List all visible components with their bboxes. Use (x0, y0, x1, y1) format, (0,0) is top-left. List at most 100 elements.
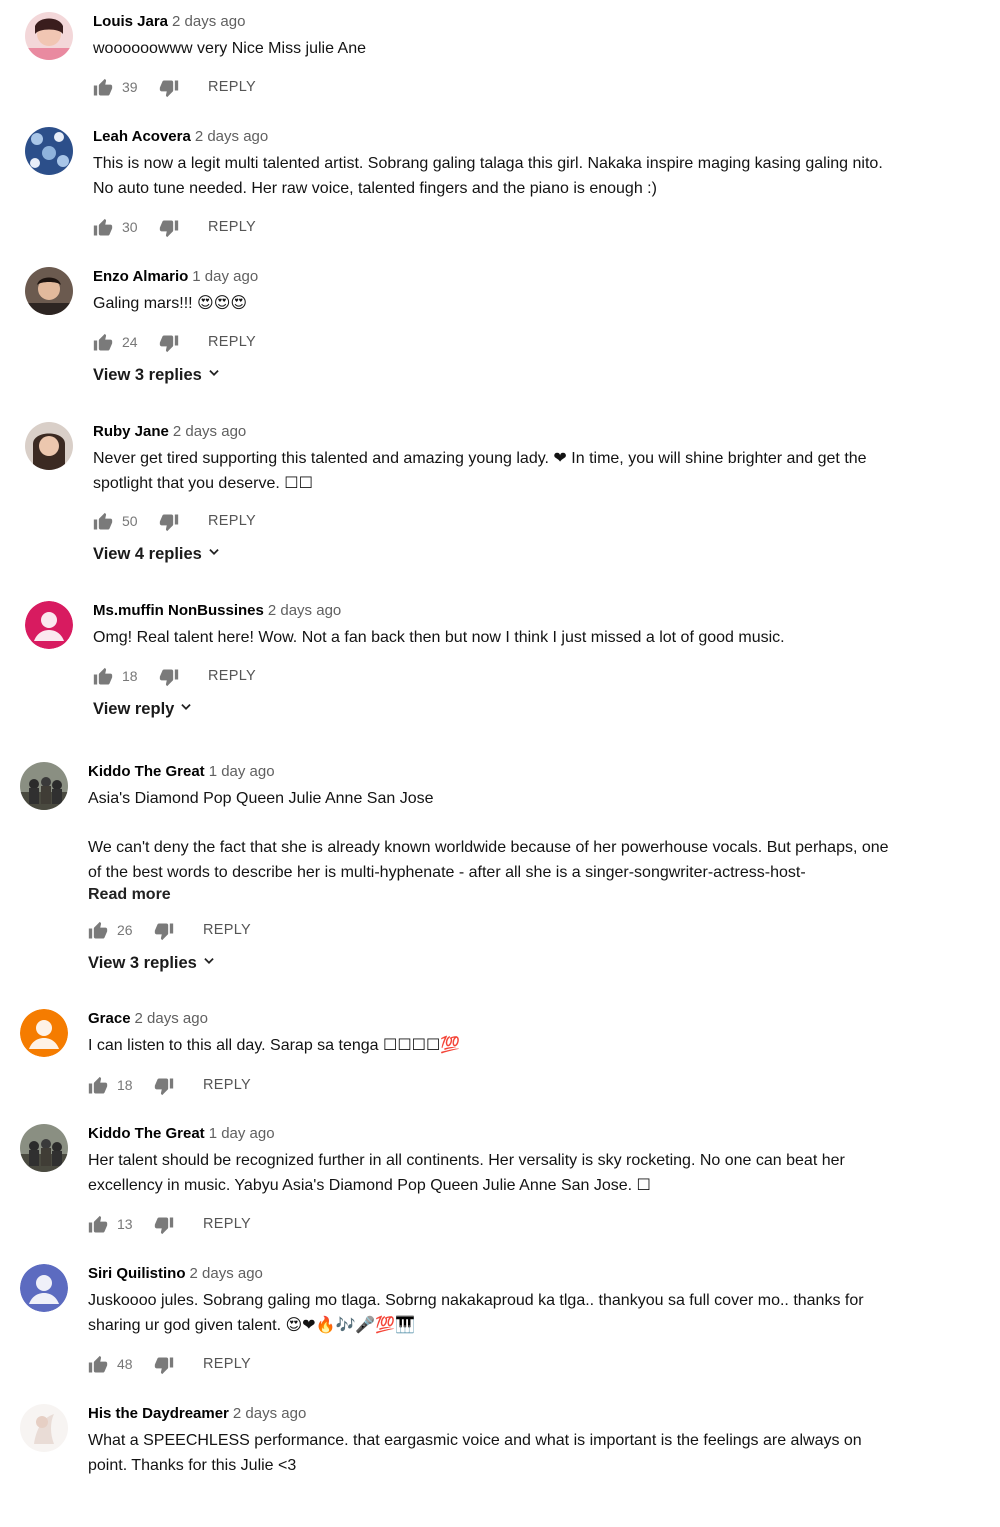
reply-button[interactable]: REPLY (203, 1077, 251, 1093)
chevron-down-icon (202, 543, 221, 565)
comment-text-line: Never get tired supporting this talented… (93, 450, 867, 467)
reply-button[interactable]: REPLY (208, 219, 256, 235)
thumb-up-icon[interactable] (93, 667, 113, 687)
author-name[interactable]: Leah Acovera (93, 128, 191, 145)
author-name[interactable]: Enzo Almario (93, 268, 188, 285)
author-name[interactable]: Grace (88, 1010, 131, 1027)
reply-button[interactable]: REPLY (208, 334, 256, 350)
thumb-up-icon[interactable] (88, 921, 108, 941)
comment-text: I can listen to this all day. Sarap sa t… (88, 1034, 960, 1059)
comment-header: Siri Quilistino 2 days ago (88, 1264, 960, 1284)
avatar[interactable] (20, 762, 68, 810)
comment-timestamp[interactable]: 1 day ago (209, 1125, 275, 1142)
comment-timestamp[interactable]: 2 days ago (135, 1010, 208, 1027)
view-replies-button[interactable]: View reply (93, 698, 193, 720)
comment-text-line: sharing ur god given talent. 😍❤🔥🎶🎤💯🎹 (88, 1316, 416, 1334)
thumb-up-icon[interactable] (88, 1076, 108, 1096)
reply-button[interactable]: REPLY (208, 513, 256, 529)
like-count: 26 (117, 922, 133, 938)
thumb-up-icon[interactable] (93, 512, 113, 532)
comment-text-line: Her talent should be recognized further … (88, 1152, 845, 1169)
comment-action-bar: 13 REPLY (88, 1215, 288, 1235)
comment-text: Galing mars!!! 😍😍😍 (93, 292, 960, 317)
thumb-up-icon[interactable] (93, 333, 113, 353)
thumb-down-icon[interactable] (159, 333, 179, 353)
thumb-down-icon[interactable] (154, 1355, 174, 1375)
comment-text-line: point. Thanks for this Julie <3 (88, 1456, 297, 1474)
thumb-down-icon[interactable] (159, 667, 179, 687)
comment-text-line: Juskoooo jules. Sobrang galing mo tlaga.… (88, 1292, 864, 1309)
author-name[interactable]: His the Daydreamer (88, 1405, 229, 1422)
thumb-up-icon[interactable] (93, 218, 113, 238)
comment-header: Grace 2 days ago (88, 1009, 960, 1029)
avatar[interactable] (25, 601, 73, 649)
avatar[interactable] (25, 267, 73, 315)
like-count: 30 (122, 219, 138, 235)
comment-timestamp[interactable]: 2 days ago (195, 128, 268, 145)
comment-timestamp[interactable]: 2 days ago (190, 1265, 263, 1282)
comment-header: Kiddo The Great 1 day ago (88, 1124, 960, 1144)
chevron-down-icon (174, 698, 193, 720)
view-replies-button[interactable]: View 3 replies (88, 952, 216, 974)
author-name[interactable]: Ruby Jane (93, 423, 169, 440)
comment-text: Never get tired supporting this talented… (93, 447, 960, 496)
thumb-down-icon[interactable] (154, 1076, 174, 1096)
comment-action-bar: 39 REPLY (93, 78, 293, 98)
avatar[interactable] (20, 1009, 68, 1057)
avatar[interactable] (20, 1124, 68, 1172)
author-name[interactable]: Kiddo The Great (88, 1125, 205, 1142)
comment-timestamp[interactable]: 2 days ago (268, 602, 341, 619)
comment-action-bar: 50 REPLY (93, 512, 293, 532)
thumb-up-icon[interactable] (88, 1215, 108, 1235)
thumb-up-icon[interactable] (93, 78, 113, 98)
thumb-down-icon[interactable] (159, 78, 179, 98)
like-count: 39 (122, 79, 138, 95)
author-name[interactable]: Siri Quilistino (88, 1265, 186, 1282)
author-name[interactable]: Kiddo The Great (88, 763, 205, 780)
avatar[interactable] (20, 1404, 68, 1452)
author-name[interactable]: Ms.muffin NonBussines (93, 602, 264, 619)
view-replies-label: View 3 replies (93, 366, 202, 384)
reply-button[interactable]: REPLY (208, 79, 256, 95)
view-replies-label: View 4 replies (93, 545, 202, 563)
like-count: 13 (117, 1216, 133, 1232)
reply-button[interactable]: REPLY (203, 1356, 251, 1372)
thumb-down-icon[interactable] (154, 921, 174, 941)
avatar[interactable] (25, 127, 73, 175)
view-replies-label: View 3 replies (88, 954, 197, 972)
comment-timestamp[interactable]: 2 days ago (172, 13, 245, 30)
comment-text-line (88, 812, 960, 837)
view-replies-button[interactable]: View 3 replies (93, 364, 221, 386)
view-replies-button[interactable]: View 4 replies (93, 543, 221, 565)
comment-timestamp[interactable]: 2 days ago (233, 1405, 306, 1422)
reply-button[interactable]: REPLY (203, 922, 251, 938)
comment-text: This is now a legit multi talented artis… (93, 152, 960, 201)
comment-header: Leah Acovera 2 days ago (93, 127, 960, 147)
comment-text: Asia's Diamond Pop Queen Julie Anne San … (88, 787, 960, 885)
thumb-down-icon[interactable] (159, 512, 179, 532)
author-name[interactable]: Louis Jara (93, 13, 168, 30)
avatar[interactable] (25, 422, 73, 470)
thumb-down-icon[interactable] (159, 218, 179, 238)
comment-header: Louis Jara 2 days ago (93, 12, 960, 32)
comment-text-line: woooooowww very Nice Miss julie Ane (93, 40, 366, 57)
comment-timestamp[interactable]: 1 day ago (192, 268, 258, 285)
comment-text-line: I can listen to this all day. Sarap sa t… (88, 1037, 461, 1054)
comment-text-line: No auto tune needed. Her raw voice, tale… (93, 179, 657, 197)
reply-button[interactable]: REPLY (203, 1216, 251, 1232)
comment-action-bar: 48 REPLY (88, 1355, 288, 1375)
comment-text-line: This is now a legit multi talented artis… (93, 155, 883, 172)
comment-text: Her talent should be recognized further … (88, 1149, 960, 1198)
avatar[interactable] (25, 12, 73, 60)
comment-timestamp[interactable]: 2 days ago (173, 423, 246, 440)
avatar[interactable] (20, 1264, 68, 1312)
like-count: 18 (117, 1077, 133, 1093)
comment-header: His the Daydreamer 2 days ago (88, 1404, 960, 1424)
thumb-down-icon[interactable] (154, 1215, 174, 1235)
comment-text-line: Galing mars!!! 😍😍😍 (93, 295, 248, 312)
thumb-up-icon[interactable] (88, 1355, 108, 1375)
read-more-link[interactable]: Read more (88, 884, 960, 906)
comment-timestamp[interactable]: 1 day ago (209, 763, 275, 780)
reply-button[interactable]: REPLY (208, 668, 256, 684)
comment-header: Ruby Jane 2 days ago (93, 422, 960, 442)
